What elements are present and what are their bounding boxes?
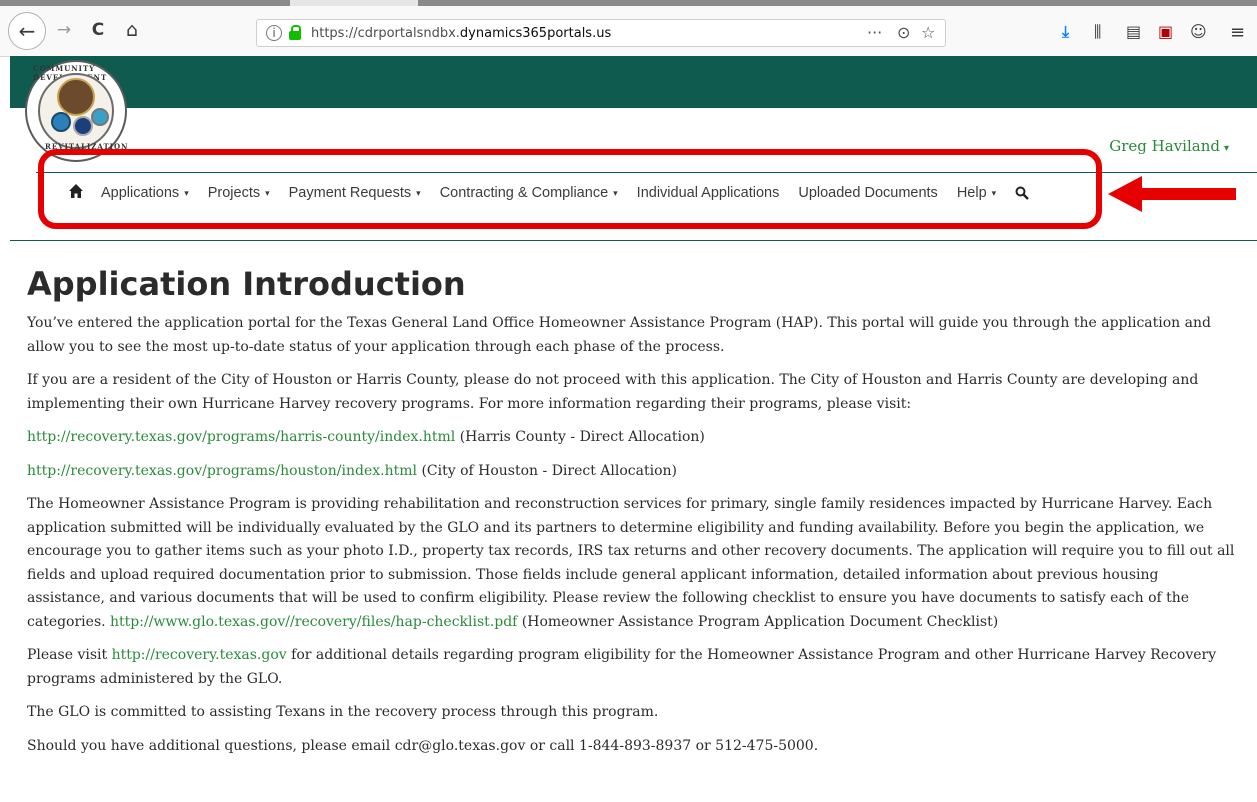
back-icon[interactable]: ← [8,12,46,50]
visit-text: Please visit [27,647,112,663]
link-note: (Homeowner Assistance Program Applicatio… [517,613,999,630]
library-icon[interactable]: ⫼ [1094,22,1101,42]
menu-icon[interactable]: ≡ [1230,22,1245,43]
commitment-paragraph: The GLO is committed to assisting Texans… [27,704,659,720]
visit-paragraph: Please visit http://recovery.texas.gov f… [27,644,1237,691]
main-content: Application Introduction You’ve entered … [27,262,1237,768]
user-name: Greg Haviland [1109,137,1220,155]
link-paragraph: http://recovery.texas.gov/programs/harri… [27,426,1237,450]
active-tab[interactable] [290,0,418,6]
site-logo[interactable]: COMMUNITY DEVELOPMENT REVITALIZATION [25,60,127,162]
url-text[interactable]: https://cdrportalsndbx.dynamics365portal… [311,26,611,41]
address-bar[interactable]: i https://cdrportalsndbx.dynamics365port… [256,19,946,47]
chevron-down-icon: ▾ [1223,143,1229,154]
reload-icon[interactable]: C [86,18,110,42]
star-icon[interactable]: ☆ [921,23,935,42]
program-paragraph: The Homeowner Assistance Program is prov… [27,493,1237,634]
browser-toolbar: ← → C ⌂ i https://cdrportalsndbx.dynamic… [0,0,1257,57]
nav-highlight-box [38,149,1102,229]
pocket-icon[interactable]: ⊙ [897,23,910,42]
arrow-annotation-icon [1108,176,1236,212]
info-icon[interactable]: i [266,25,282,41]
link-paragraph: http://recovery.texas.gov/programs/houst… [27,460,1237,484]
link-note: (Harris County - Direct Allocation) [455,429,705,445]
user-menu[interactable]: Greg Haviland ▾ [1109,137,1229,155]
nav-border-bottom [10,240,1257,241]
seal-small-icon [73,116,93,136]
sidebar-icon[interactable]: ▤ [1126,22,1141,41]
site-header-bar [10,56,1257,108]
forward-icon[interactable]: → [52,18,76,42]
contact-paragraph: Should you have additional questions, pl… [27,737,819,754]
harris-county-link[interactable]: http://recovery.texas.gov/programs/harri… [27,429,455,445]
tab-strip [0,0,1257,6]
account-icon[interactable]: ☺ [1190,22,1207,41]
home-icon[interactable]: ⌂ [120,18,144,42]
pdf-icon[interactable]: ▣ [1158,22,1173,41]
page-title: Application Introduction [27,265,466,303]
seal-icon [57,78,95,116]
more-icon[interactable]: ··· [867,23,882,42]
resident-notice: If you are a resident of the City of Hou… [27,372,1199,412]
seal-small-icon [51,112,71,132]
download-icon[interactable]: ⤓ [1062,22,1069,42]
houston-link[interactable]: http://recovery.texas.gov/programs/houst… [27,463,417,479]
seal-small-icon [91,108,109,126]
lock-icon [289,25,301,40]
checklist-link[interactable]: http://www.glo.texas.gov//recovery/files… [110,614,517,630]
link-note: (City of Houston - Direct Allocation) [417,462,677,479]
recovery-link[interactable]: http://recovery.texas.gov [112,647,287,663]
program-text: The Homeowner Assistance Program is prov… [27,496,1235,630]
intro-paragraph: You’ve entered the application portal fo… [27,315,1211,355]
